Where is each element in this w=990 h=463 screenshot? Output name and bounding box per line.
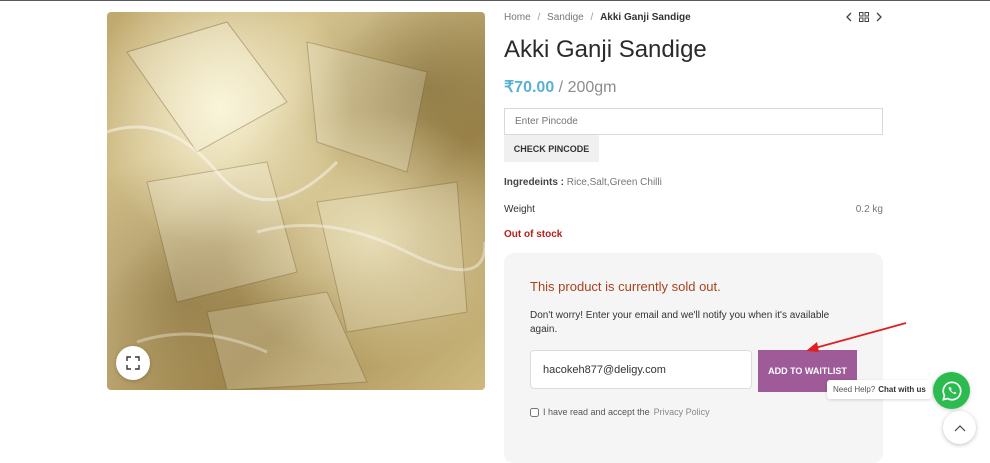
waitlist-title: This product is currently sold out. xyxy=(530,279,721,294)
product-price: ₹70.00 / 200gm xyxy=(504,77,616,97)
chat-help-bubble[interactable]: Need Help? Chat with us xyxy=(827,380,932,399)
stock-status: Out of stock xyxy=(504,229,563,240)
product-image-texture xyxy=(107,21,485,390)
expand-image-button[interactable] xyxy=(116,346,150,380)
price-amount: ₹70.00 xyxy=(504,79,555,96)
privacy-policy-link[interactable]: Privacy Policy xyxy=(654,407,710,417)
header-divider xyxy=(0,0,990,1)
scroll-to-top-button[interactable] xyxy=(943,411,976,444)
privacy-checkbox[interactable] xyxy=(530,407,539,417)
product-navigation xyxy=(845,12,883,22)
pincode-input[interactable] xyxy=(504,108,883,135)
breadcrumb: Home / Sandige / Akki Ganji Sandige xyxy=(504,12,695,23)
privacy-agree-text: I have read and accept the xyxy=(543,407,650,417)
breadcrumb-current: Akki Ganji Sandige xyxy=(600,12,691,23)
breadcrumb-separator: / xyxy=(590,12,594,23)
breadcrumb-category[interactable]: Sandige xyxy=(547,12,584,23)
weight-value: 0.2 kg xyxy=(855,204,883,215)
chevron-up-icon xyxy=(954,424,965,431)
whatsapp-icon xyxy=(941,380,961,401)
ingredients-label: Ingredeints : xyxy=(504,177,565,188)
chat-link[interactable]: Chat with us xyxy=(878,385,926,394)
check-pincode-button[interactable]: CHECK PINCODE xyxy=(504,135,599,162)
privacy-agreement: I have read and accept the Privacy Polic… xyxy=(530,407,710,417)
price-unit: / 200gm xyxy=(558,79,617,96)
product-image[interactable] xyxy=(107,12,485,390)
chevron-right-icon[interactable] xyxy=(875,12,883,22)
waitlist-description: Don't worry! Enter your email and we'll … xyxy=(530,310,830,335)
breadcrumb-separator: / xyxy=(537,12,541,23)
breadcrumb-home[interactable]: Home xyxy=(504,12,531,23)
whatsapp-chat-button[interactable] xyxy=(933,372,970,409)
ingredients-value: Rice,Salt,Green Chilli xyxy=(566,177,662,188)
waitlist-email-input[interactable] xyxy=(530,350,752,389)
ingredients-info: Ingredeints : Rice,Salt,Green Chilli xyxy=(504,177,662,188)
help-text: Need Help? xyxy=(833,385,876,394)
grid-icon[interactable] xyxy=(859,12,869,22)
weight-label: Weight xyxy=(504,204,535,215)
chevron-left-icon[interactable] xyxy=(845,12,853,22)
expand-icon xyxy=(126,356,140,370)
product-title: Akki Ganji Sandige xyxy=(504,36,707,63)
